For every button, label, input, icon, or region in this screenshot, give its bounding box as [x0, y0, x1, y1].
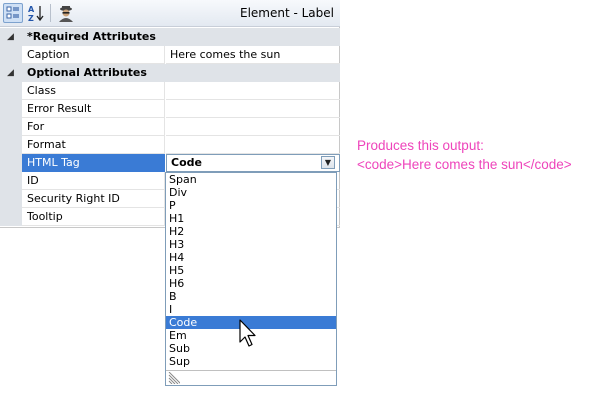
svg-text:Z: Z — [28, 14, 34, 23]
dropdown-option[interactable]: H3 — [166, 238, 336, 251]
property-name: Format — [22, 136, 165, 154]
category-label: *Required Attributes — [27, 30, 156, 43]
property-value-format[interactable] — [166, 136, 340, 154]
dropdown-option[interactable]: B — [166, 290, 336, 303]
dropdown-option[interactable]: I — [166, 303, 336, 316]
property-row-format[interactable]: Format — [0, 136, 340, 154]
dropdown-option[interactable]: H1 — [166, 212, 336, 225]
dropdown-option[interactable]: Span — [166, 173, 336, 186]
property-row-error-result[interactable]: Error Result — [0, 100, 340, 118]
categorized-view-button[interactable] — [3, 3, 23, 23]
property-name: Tooltip — [22, 208, 165, 226]
property-value-error-result[interactable] — [166, 100, 340, 118]
mouse-pointer-icon — [239, 319, 256, 347]
dropdown-option[interactable]: P — [166, 199, 336, 212]
dropdown-arrow-icon[interactable]: ▼ — [321, 156, 335, 169]
svg-text:A: A — [28, 5, 35, 14]
property-row-html-tag[interactable]: HTML Tag Code ▼ — [0, 154, 340, 172]
dropdown-option[interactable]: H6 — [166, 277, 336, 290]
category-label: Optional Attributes — [27, 66, 147, 79]
dropdown-option[interactable]: H4 — [166, 251, 336, 264]
property-name: Security Right ID — [22, 190, 165, 208]
panel-title: Element - Label — [239, 6, 334, 20]
property-value-for[interactable] — [166, 118, 340, 136]
category-optional[interactable]: ◢ Optional Attributes — [0, 64, 340, 82]
spy-agent-icon — [59, 6, 73, 22]
html-tag-dropdown-list[interactable]: Span Div P H1 H2 H3 H4 H5 H6 B I Code Em… — [165, 172, 337, 386]
property-row-class[interactable]: Class — [0, 82, 340, 100]
property-row-for[interactable]: For — [0, 118, 340, 136]
output-caption: Produces this output: — [357, 138, 484, 153]
collapse-triangle-icon[interactable]: ◢ — [7, 32, 14, 42]
property-value-class[interactable] — [166, 82, 340, 100]
html-tag-value: Code — [171, 156, 202, 169]
dropdown-option[interactable]: H2 — [166, 225, 336, 238]
toolbar-separator — [50, 4, 51, 22]
property-name: Error Result — [22, 100, 165, 118]
property-name: Class — [22, 82, 165, 100]
dropdown-footer — [166, 370, 336, 385]
resize-grip-icon[interactable] — [168, 372, 180, 384]
output-code: <code>Here comes the sun</code> — [357, 157, 572, 172]
property-value-caption[interactable]: Here comes the sun — [166, 46, 340, 64]
categorized-view-icon — [6, 6, 19, 19]
dropdown-option[interactable]: Div — [166, 186, 336, 199]
collapse-triangle-icon[interactable]: ◢ — [7, 68, 14, 78]
sort-alphabetical-button[interactable]: A Z — [26, 3, 46, 23]
output-description: Produces this output: <code>Here comes t… — [357, 136, 572, 174]
dropdown-option[interactable]: Sup — [166, 355, 336, 368]
dropdown-option[interactable]: H5 — [166, 264, 336, 277]
html-tag-select[interactable]: Code ▼ — [166, 154, 340, 172]
sort-az-icon: A Z — [28, 5, 44, 23]
property-toolbar: A Z Element - Label — [0, 0, 340, 27]
spy-agent-button[interactable] — [56, 3, 76, 23]
property-name: For — [22, 118, 165, 136]
property-row-caption[interactable]: Caption Here comes the sun — [0, 46, 340, 64]
category-required[interactable]: ◢ *Required Attributes — [0, 28, 340, 46]
property-name: Caption — [22, 46, 165, 64]
property-name: ID — [22, 172, 165, 190]
property-name: HTML Tag — [22, 154, 165, 172]
